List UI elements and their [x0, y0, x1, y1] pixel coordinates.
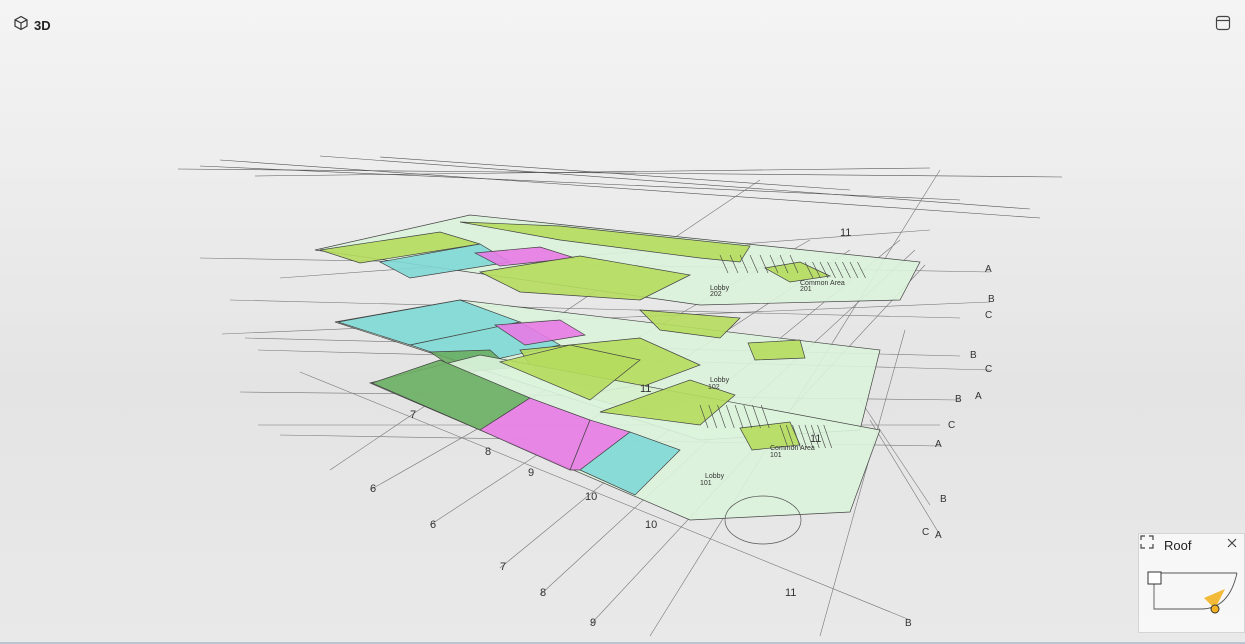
- grid-number-label: 11: [840, 227, 851, 239]
- cube-3d-icon: [13, 15, 29, 36]
- grid-number-label: 6: [430, 519, 436, 531]
- grid-number-label: 9: [528, 467, 534, 479]
- grid-letter-label: C: [985, 364, 992, 375]
- room-label: 101: [770, 452, 782, 459]
- grid-letter-label: A: [975, 391, 982, 402]
- grid-letter-label: C: [922, 527, 929, 538]
- room-label: 201: [800, 286, 812, 293]
- grid-number-label: 6: [370, 483, 376, 495]
- grid-letter-label: B: [988, 294, 995, 305]
- room-label: Common Area: [770, 445, 815, 452]
- grid-number-label: 8: [540, 587, 546, 599]
- grid-number-label: 7: [410, 409, 416, 421]
- 3d-viewport[interactable]: Lobby101Lobby102Lobby202Common Area101Co…: [0, 40, 1245, 644]
- expand-icon[interactable]: [1140, 535, 1154, 549]
- grid-number-label: 11: [640, 383, 651, 395]
- grid-number-label: 9: [590, 617, 596, 629]
- grid-letter-label: B: [970, 350, 977, 361]
- grid-letter-label: A: [985, 264, 992, 275]
- roof-gridline: [219, 159, 1041, 219]
- grid-number-label: 8: [485, 446, 491, 458]
- grid-number-label: 11: [785, 587, 796, 599]
- grid-letter-label: C: [985, 310, 992, 321]
- room-label: 101: [700, 480, 712, 487]
- minimap-title: Roof: [1164, 538, 1192, 553]
- minimap-frame-marker[interactable]: [1147, 571, 1162, 585]
- room-label: 202: [710, 291, 722, 298]
- floor-room: [747, 339, 806, 361]
- grid-number-label: 7: [500, 561, 506, 573]
- grid-number-label: 10: [645, 519, 657, 531]
- minimap-plan[interactable]: [1141, 564, 1241, 616]
- grid-letter-label: B: [955, 394, 962, 405]
- room-label: Lobby: [705, 473, 725, 480]
- grid-letter-label: A: [935, 439, 942, 450]
- grid-number-label: 10: [585, 491, 597, 503]
- grid-letter-label: B: [940, 494, 947, 505]
- floor-plates: [314, 214, 921, 545]
- room-label: Lobby: [710, 377, 730, 384]
- roof-gridline: [319, 155, 1031, 210]
- close-icon[interactable]: [1226, 536, 1238, 548]
- grid-number-label: 11: [810, 433, 821, 445]
- minimap-panel[interactable]: Roof: [1138, 533, 1245, 633]
- view-title-label: 3D: [34, 18, 51, 33]
- grid-letter-label: B: [905, 618, 912, 629]
- room-label: 102: [708, 384, 720, 391]
- view-title: 3D: [13, 15, 51, 36]
- grid-letter-label: A: [935, 530, 942, 541]
- roof-gridline: [177, 168, 1063, 178]
- gridline: [869, 419, 941, 536]
- camera-marker[interactable]: [1210, 604, 1220, 614]
- layout-panel-icon[interactable]: [1215, 15, 1231, 31]
- grid-letter-label: C: [948, 420, 955, 431]
